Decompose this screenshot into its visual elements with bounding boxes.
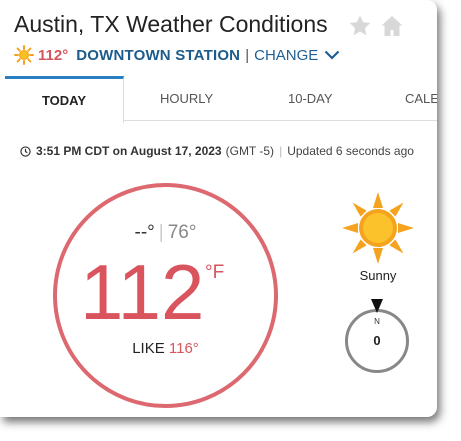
star-icon[interactable] <box>348 14 372 43</box>
forecast-tabs: TODAY HOURLY 10-DAY CALE <box>5 76 437 123</box>
station-separator: | <box>245 46 250 64</box>
timestamp-separator: | <box>279 144 283 158</box>
feels-like: LIKE 116° <box>53 340 278 357</box>
home-icon[interactable] <box>380 14 404 43</box>
clock-icon <box>20 145 31 157</box>
observation-timestamp: 3:51 PM CDT on August 17, 2023 (GMT -5) … <box>20 144 414 158</box>
tab-today[interactable]: TODAY <box>5 76 124 123</box>
station-bar: 112° DOWNTOWN STATION | CHANGE <box>14 44 340 66</box>
feels-like-label: LIKE <box>132 340 165 357</box>
observation-time: 3:51 PM CDT on August 17, 2023 <box>36 144 222 158</box>
wind-direction-arrow-icon <box>371 299 383 313</box>
wind-speed: 0 <box>373 333 381 348</box>
header-current-temp: 112° <box>38 46 69 64</box>
observation-timezone: (GMT -5) <box>225 144 275 158</box>
condition-label: Sunny <box>359 268 397 283</box>
high-low-temps: --° | 76° <box>53 222 278 244</box>
station-name-link[interactable]: DOWNTOWN STATION <box>76 47 240 64</box>
sun-icon <box>14 45 34 65</box>
low-temp: 76° <box>167 222 197 243</box>
change-station-link[interactable]: CHANGE <box>254 47 318 64</box>
chevron-down-icon[interactable] <box>324 50 340 60</box>
high-low-separator: | <box>158 222 164 243</box>
high-temp: --° <box>134 222 155 243</box>
weather-card: Austin, TX Weather Conditions 112° DOWNT… <box>0 0 437 417</box>
tab-hourly[interactable]: HOURLY <box>160 76 213 120</box>
temperature-unit[interactable]: °F <box>205 262 224 284</box>
tab-10-day[interactable]: 10-DAY <box>288 76 333 120</box>
sun-icon <box>342 192 414 264</box>
feels-like-value: 116° <box>168 340 199 357</box>
wind-direction: N <box>374 317 380 326</box>
tab-calendar[interactable]: CALE <box>405 76 437 120</box>
updated-label: Updated 6 seconds ago <box>287 144 414 158</box>
page-title: Austin, TX Weather Conditions <box>14 11 328 37</box>
current-temperature: 112 <box>80 248 205 336</box>
